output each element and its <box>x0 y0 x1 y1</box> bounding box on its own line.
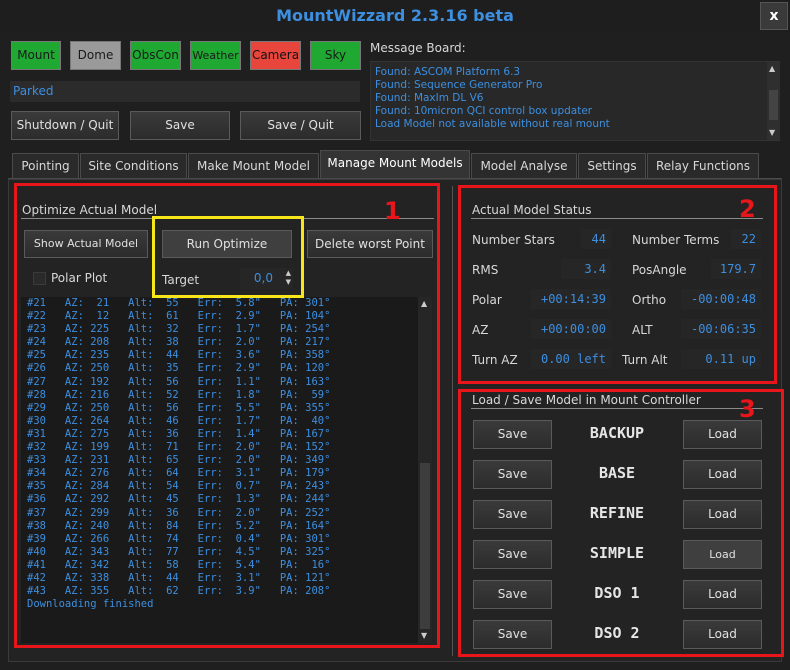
sky-status-button[interactable]: Sky <box>310 41 361 70</box>
mount-status-button[interactable]: Mount <box>11 41 61 70</box>
message-board: Found: ASCOM Platform 6.3 Found: Sequenc… <box>370 61 780 141</box>
save-quit-button[interactable]: Save / Quit <box>240 111 361 140</box>
annotation-number-1: 1 <box>384 197 401 225</box>
annotation-number-2: 2 <box>739 195 756 223</box>
window-title: MountWizzard 2.3.16 beta <box>276 6 514 25</box>
message-board-label: Message Board: <box>370 41 466 55</box>
message-list: Found: ASCOM Platform 6.3 Found: Sequenc… <box>375 66 610 131</box>
annotation-number-3: 3 <box>739 395 756 423</box>
message-line: Found: 10micron QCI control box updater <box>375 105 593 117</box>
scroll-down-icon[interactable]: ▼ <box>769 128 775 137</box>
weather-status-button[interactable]: Weather <box>190 41 241 70</box>
close-button[interactable]: x <box>760 2 788 30</box>
message-line: Found: Sequence Generator Pro <box>375 79 543 91</box>
message-line: Found: ASCOM Platform 6.3 <box>375 66 521 78</box>
tab-settings[interactable]: Settings <box>578 153 646 179</box>
tab-pointing[interactable]: Pointing <box>12 153 79 179</box>
annotation-box-2 <box>458 185 777 384</box>
scroll-up-icon[interactable]: ▲ <box>769 64 775 73</box>
scroll-thumb[interactable] <box>769 90 778 120</box>
panel-divider <box>452 186 453 656</box>
tab-relay-functions[interactable]: Relay Functions <box>647 153 759 179</box>
shutdown-quit-button[interactable]: Shutdown / Quit <box>11 111 119 140</box>
mount-status-field: Parked <box>10 81 360 102</box>
tab-manage-mount-models[interactable]: Manage Mount Models <box>320 150 470 179</box>
tab-model-analyse[interactable]: Model Analyse <box>471 153 577 179</box>
tab-make-mount-model[interactable]: Make Mount Model <box>188 153 319 179</box>
camera-status-button[interactable]: Camera <box>250 41 301 70</box>
message-line: Found: MaxIm DL V6 <box>375 92 484 104</box>
dome-status-button[interactable]: Dome <box>70 41 121 70</box>
tab-site-conditions[interactable]: Site Conditions <box>80 153 187 179</box>
annotation-box-highlight <box>152 216 304 298</box>
message-line: Load Model not available without real mo… <box>375 118 610 130</box>
message-scrollbar[interactable]: ▲ ▼ <box>767 62 780 140</box>
obscon-status-button[interactable]: ObsCon <box>130 41 181 70</box>
save-button[interactable]: Save <box>130 111 230 140</box>
annotation-box-3 <box>458 389 784 657</box>
